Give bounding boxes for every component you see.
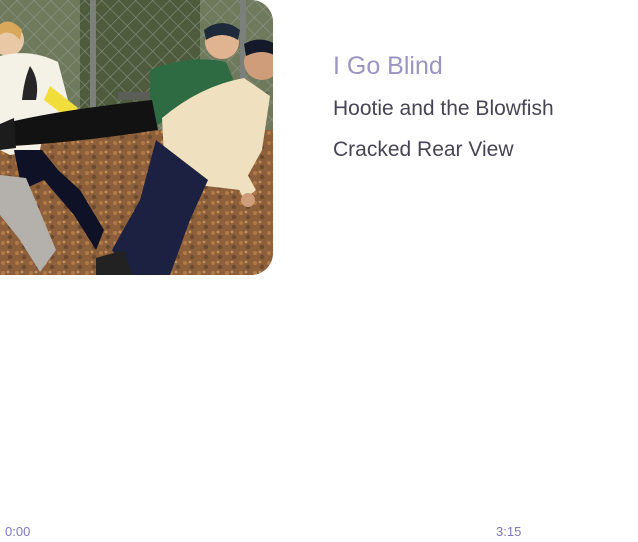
- artist-name: Hootie and the Blowfish: [333, 97, 554, 120]
- album-art: [0, 0, 273, 275]
- song-title: I Go Blind: [333, 52, 443, 80]
- elapsed-time: 0:00: [5, 524, 31, 539]
- track-info: I Go Blind Hootie and the Blowfish Crack…: [333, 48, 630, 165]
- album-name: Cracked Rear View: [333, 138, 514, 161]
- total-duration: 3:15: [496, 524, 522, 539]
